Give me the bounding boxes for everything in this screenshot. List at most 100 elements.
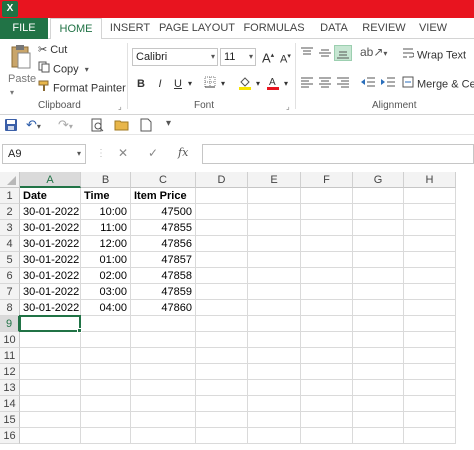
paste-dropdown-icon[interactable]: ▾ xyxy=(10,88,14,97)
cell-c3[interactable]: 47855 xyxy=(131,220,196,236)
cell-g16[interactable] xyxy=(353,428,404,444)
cell-a1[interactable]: Date xyxy=(20,188,81,204)
format-painter-button[interactable]: Format Painter xyxy=(38,80,126,96)
cell-h1[interactable] xyxy=(404,188,456,204)
cell-g14[interactable] xyxy=(353,396,404,412)
row-header-15[interactable]: 15 xyxy=(0,412,20,428)
cell-b15[interactable] xyxy=(81,412,131,428)
cell-h14[interactable] xyxy=(404,396,456,412)
font-color-button[interactable]: A xyxy=(266,76,280,92)
cell-f9[interactable] xyxy=(301,316,353,332)
cell-h8[interactable] xyxy=(404,300,456,316)
increase-indent-button[interactable] xyxy=(380,76,396,88)
cell-d10[interactable] xyxy=(196,332,248,348)
cell-g13[interactable] xyxy=(353,380,404,396)
cell-e1[interactable] xyxy=(248,188,301,204)
cell-d11[interactable] xyxy=(196,348,248,364)
cell-c15[interactable] xyxy=(131,412,196,428)
cell-f16[interactable] xyxy=(301,428,353,444)
cell-c2[interactable]: 47500 xyxy=(131,204,196,220)
cell-f14[interactable] xyxy=(301,396,353,412)
cell-a12[interactable] xyxy=(20,364,81,380)
cell-e5[interactable] xyxy=(248,252,301,268)
cell-h2[interactable] xyxy=(404,204,456,220)
enter-entry-button[interactable]: ✓ xyxy=(148,146,158,160)
cell-f12[interactable] xyxy=(301,364,353,380)
column-header-c[interactable]: C xyxy=(131,172,196,188)
cell-e15[interactable] xyxy=(248,412,301,428)
cell-b8[interactable]: 04:00 xyxy=(81,300,131,316)
cell-h12[interactable] xyxy=(404,364,456,380)
cell-e12[interactable] xyxy=(248,364,301,380)
row-header-3[interactable]: 3 xyxy=(0,220,20,236)
cell-f6[interactable] xyxy=(301,268,353,284)
fill-color-dropdown-icon[interactable]: ▾ xyxy=(254,76,262,92)
cell-a8[interactable]: 30-01-2022 xyxy=(20,300,81,316)
column-header-h[interactable]: H xyxy=(404,172,456,188)
cell-d1[interactable] xyxy=(196,188,248,204)
copy-button[interactable]: Copy ▾ xyxy=(38,61,89,77)
cell-e13[interactable] xyxy=(248,380,301,396)
cell-f13[interactable] xyxy=(301,380,353,396)
cell-h5[interactable] xyxy=(404,252,456,268)
new-file-button[interactable] xyxy=(140,118,152,135)
cell-h9[interactable] xyxy=(404,316,456,332)
cell-d13[interactable] xyxy=(196,380,248,396)
cancel-entry-button[interactable]: ✕ xyxy=(118,146,128,160)
cell-c11[interactable] xyxy=(131,348,196,364)
formula-bar-grip-icon[interactable]: ⋮ xyxy=(96,148,106,159)
cell-e16[interactable] xyxy=(248,428,301,444)
cell-e6[interactable] xyxy=(248,268,301,284)
cell-d3[interactable] xyxy=(196,220,248,236)
borders-button[interactable] xyxy=(202,76,218,92)
cell-e8[interactable] xyxy=(248,300,301,316)
row-header-9[interactable]: 9 xyxy=(0,316,20,332)
formula-input[interactable] xyxy=(202,144,474,164)
cell-f2[interactable] xyxy=(301,204,353,220)
cell-c7[interactable]: 47859 xyxy=(131,284,196,300)
cell-c9[interactable] xyxy=(131,316,196,332)
cell-g7[interactable] xyxy=(353,284,404,300)
merge-center-button[interactable]: Merge & Ce xyxy=(402,76,474,92)
cell-g12[interactable] xyxy=(353,364,404,380)
cell-e14[interactable] xyxy=(248,396,301,412)
column-header-g[interactable]: G xyxy=(353,172,404,188)
cell-g1[interactable] xyxy=(353,188,404,204)
row-header-7[interactable]: 7 xyxy=(0,284,20,300)
cell-d9[interactable] xyxy=(196,316,248,332)
name-box[interactable]: A9 ▾ xyxy=(2,144,86,164)
align-center-button[interactable] xyxy=(318,76,332,88)
row-header-10[interactable]: 10 xyxy=(0,332,20,348)
cell-a11[interactable] xyxy=(20,348,81,364)
cell-a6[interactable]: 30-01-2022 xyxy=(20,268,81,284)
save-button[interactable] xyxy=(4,118,18,135)
cell-e7[interactable] xyxy=(248,284,301,300)
cell-b11[interactable] xyxy=(81,348,131,364)
align-left-button[interactable] xyxy=(300,76,314,88)
undo-button[interactable]: ↶▾ xyxy=(26,117,41,133)
cell-f15[interactable] xyxy=(301,412,353,428)
wrap-text-button[interactable]: Wrap Text xyxy=(402,47,466,63)
row-header-4[interactable]: 4 xyxy=(0,236,20,252)
cell-d4[interactable] xyxy=(196,236,248,252)
cell-b14[interactable] xyxy=(81,396,131,412)
cell-d2[interactable] xyxy=(196,204,248,220)
tab-page-layout[interactable]: PAGE LAYOUT xyxy=(158,18,236,39)
cell-a2[interactable]: 30-01-2022 xyxy=(20,204,81,220)
cell-f7[interactable] xyxy=(301,284,353,300)
cell-g15[interactable] xyxy=(353,412,404,428)
cell-d5[interactable] xyxy=(196,252,248,268)
column-header-b[interactable]: B xyxy=(81,172,131,188)
cell-a4[interactable]: 30-01-2022 xyxy=(20,236,81,252)
cell-g3[interactable] xyxy=(353,220,404,236)
cell-c14[interactable] xyxy=(131,396,196,412)
italic-button[interactable]: I xyxy=(153,76,167,92)
cell-a5[interactable]: 30-01-2022 xyxy=(20,252,81,268)
cell-h16[interactable] xyxy=(404,428,456,444)
cell-b1[interactable]: Time xyxy=(81,188,131,204)
align-middle-button[interactable] xyxy=(318,47,332,59)
cell-b13[interactable] xyxy=(81,380,131,396)
cell-f3[interactable] xyxy=(301,220,353,236)
cell-b7[interactable]: 03:00 xyxy=(81,284,131,300)
cell-f11[interactable] xyxy=(301,348,353,364)
